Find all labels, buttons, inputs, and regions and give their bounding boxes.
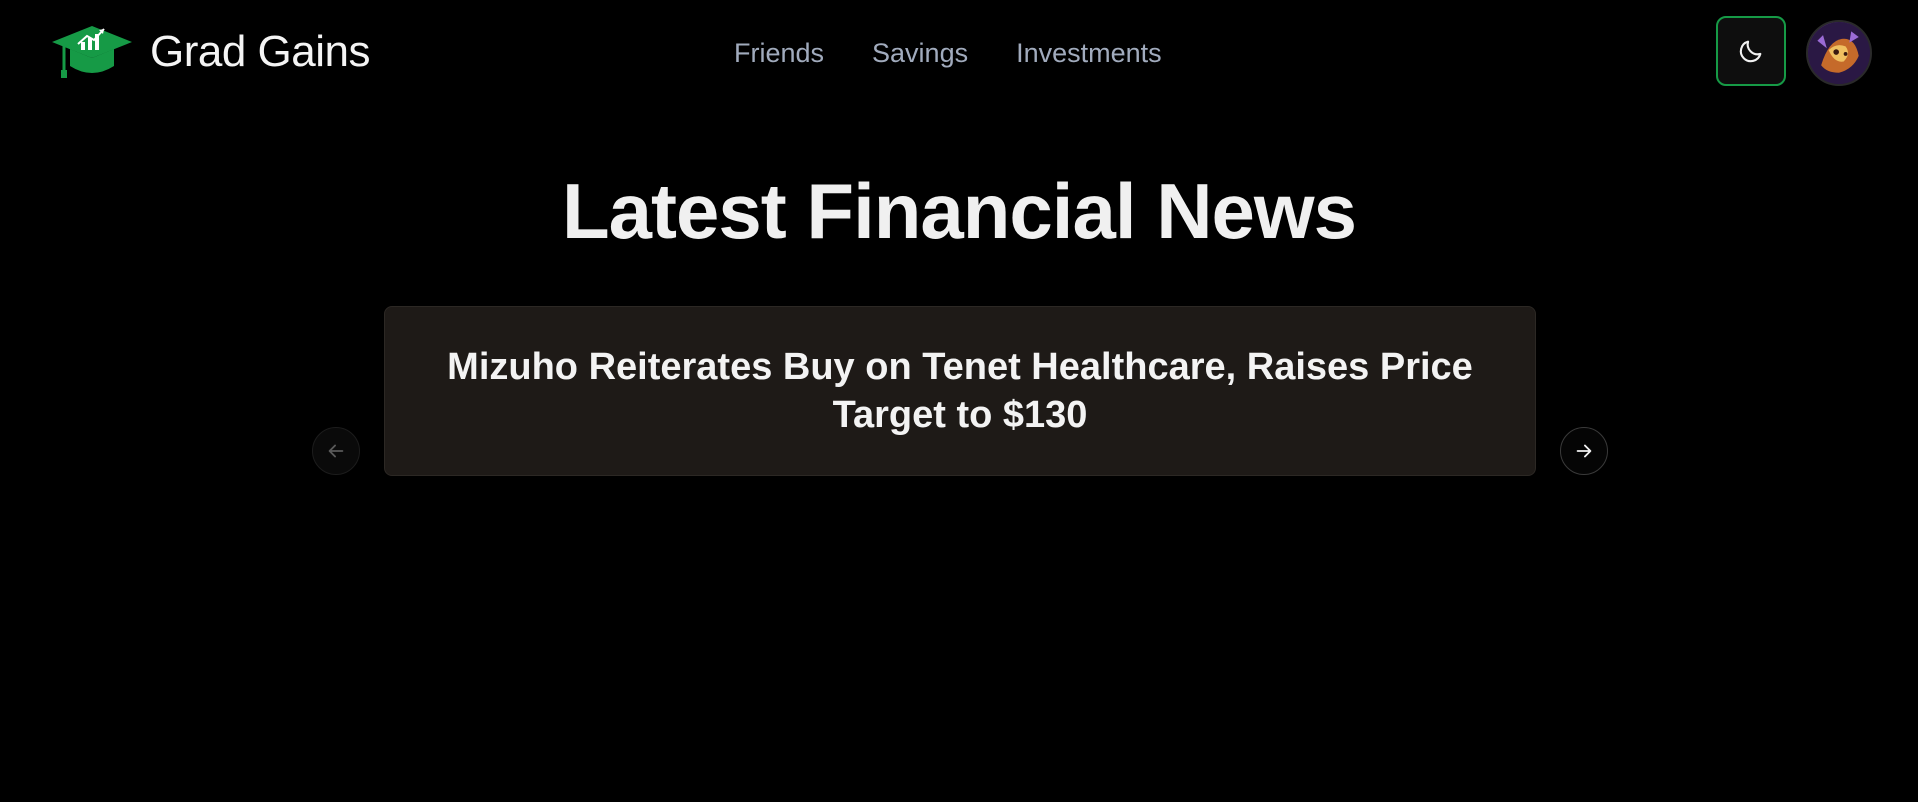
main-nav: Friends Savings Investments <box>734 34 1162 72</box>
top-header: Grad Gains Friends Savings Investments <box>0 0 1918 108</box>
nav-link-savings[interactable]: Savings <box>872 34 968 72</box>
theme-toggle-button[interactable] <box>1716 16 1786 86</box>
brand[interactable]: Grad Gains <box>50 24 370 80</box>
nav-link-investments[interactable]: Investments <box>1016 34 1162 72</box>
app-name: Grad Gains <box>150 27 370 76</box>
news-headline: Mizuho Reiterates Buy on Tenet Healthcar… <box>447 346 1473 436</box>
arrow-left-icon <box>328 444 344 458</box>
arrow-right-icon <box>1576 444 1592 458</box>
news-carousel: Mizuho Reiterates Buy on Tenet Healthcar… <box>312 306 1608 476</box>
carousel-prev-button[interactable] <box>312 427 360 475</box>
user-avatar[interactable] <box>1806 20 1872 86</box>
moon-icon <box>1739 40 1762 63</box>
graduation-cap-logo-icon <box>52 26 132 78</box>
nav-link-friends[interactable]: Friends <box>734 34 824 72</box>
news-card[interactable]: Mizuho Reiterates Buy on Tenet Healthcar… <box>384 306 1536 476</box>
avatar-image-icon <box>1808 22 1870 84</box>
carousel-next-button[interactable] <box>1560 427 1608 475</box>
page-title: Latest Financial News <box>562 167 1357 255</box>
